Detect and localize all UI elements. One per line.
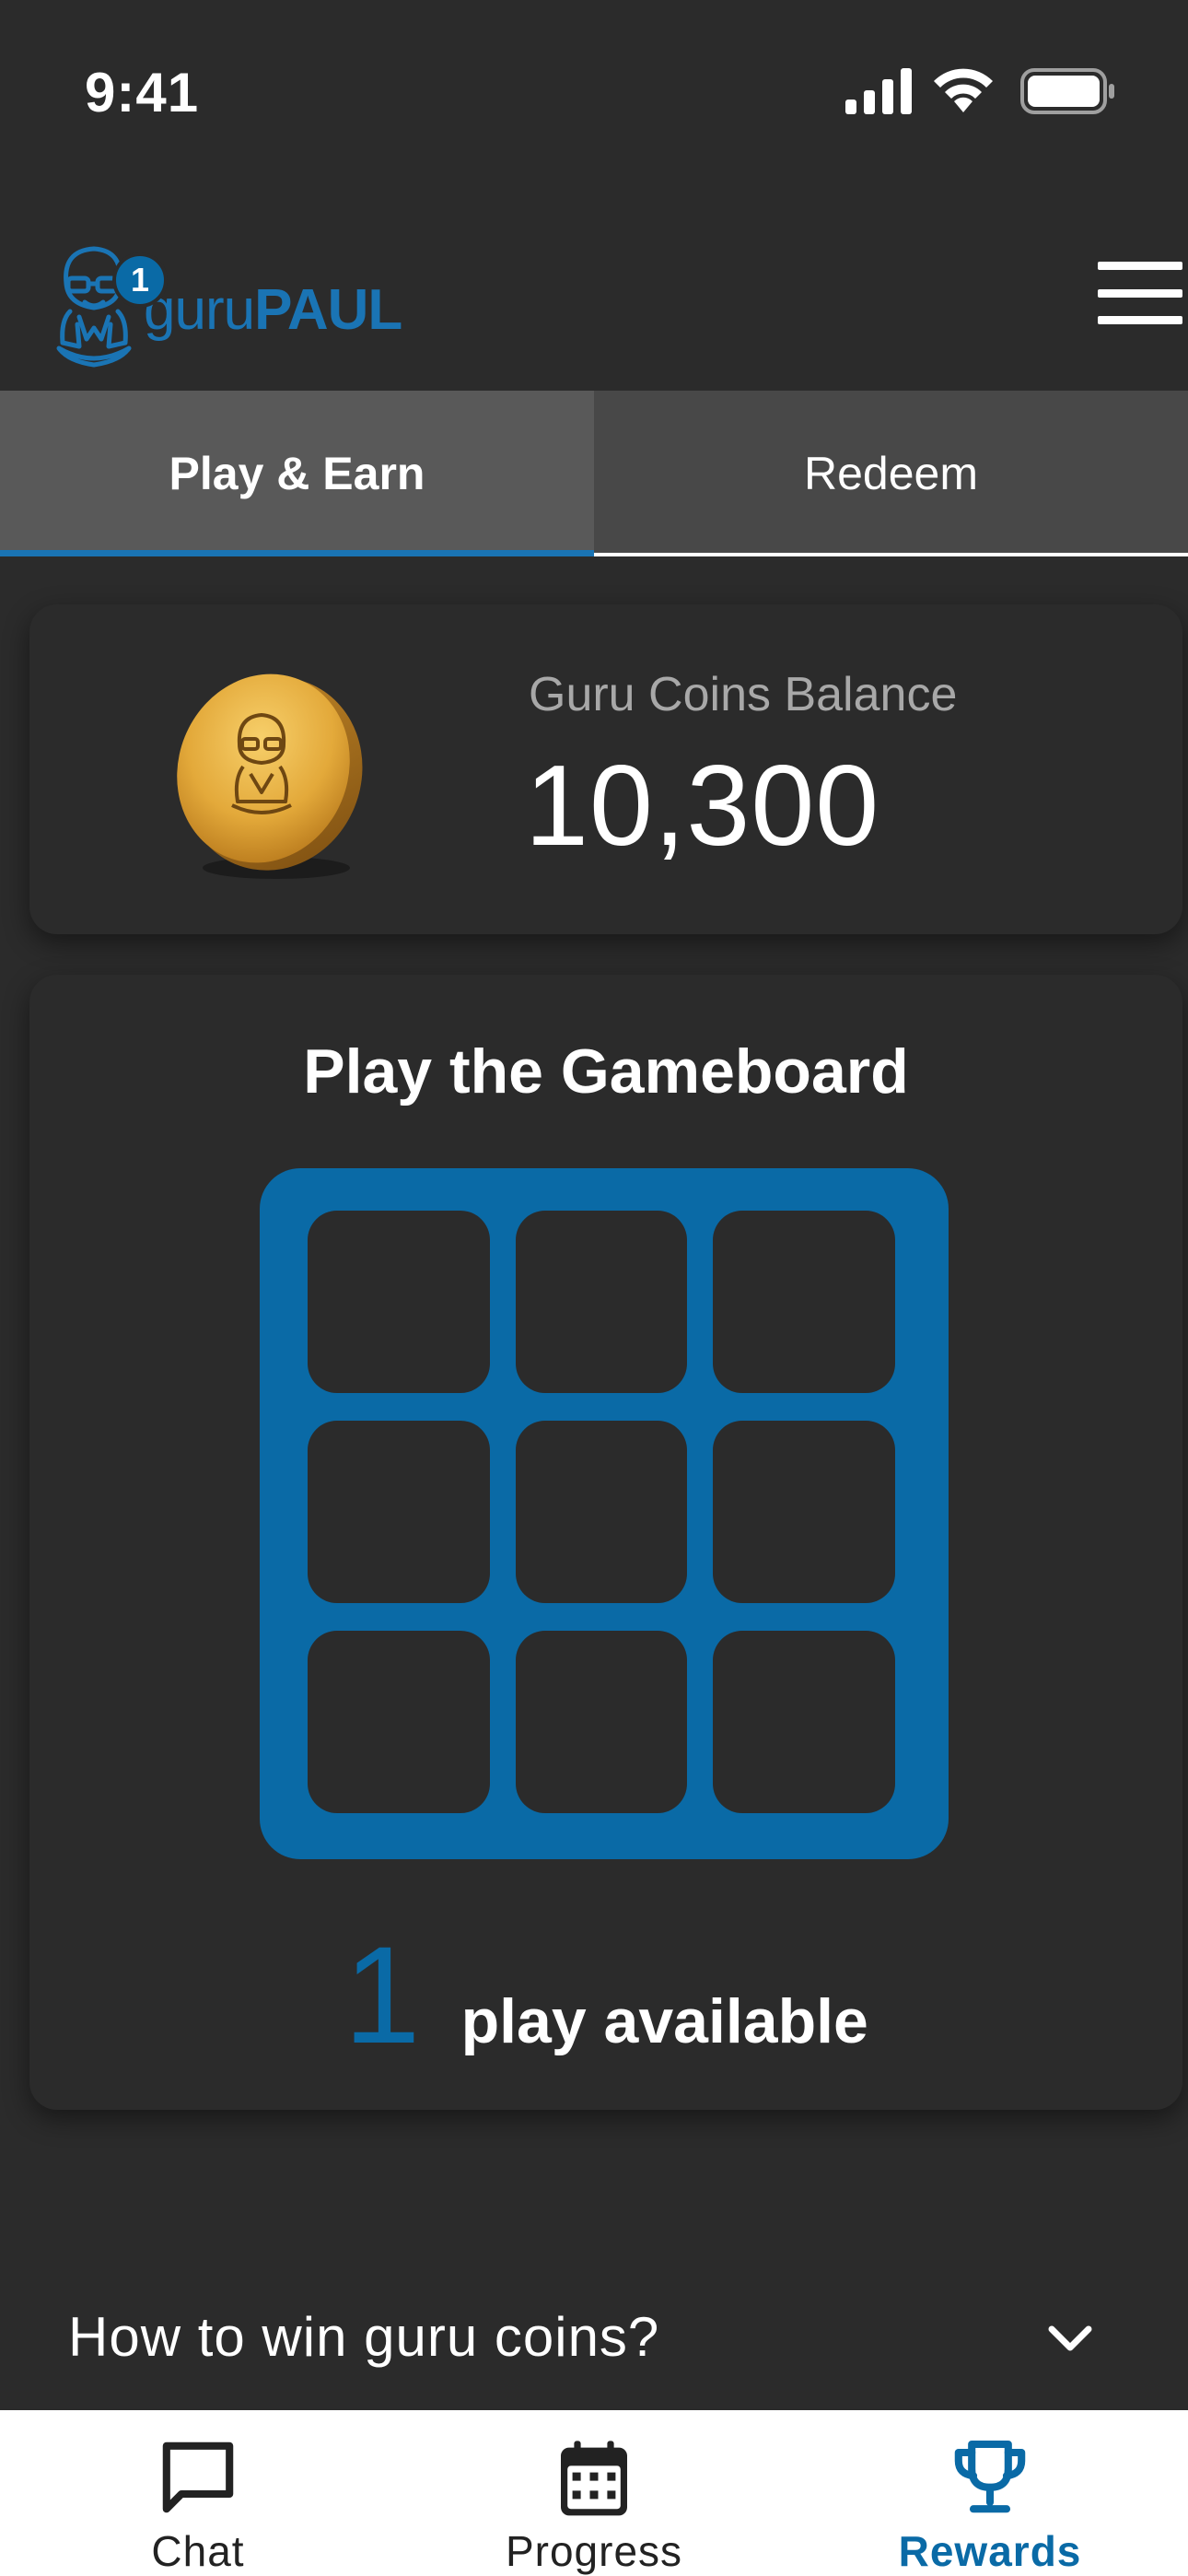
coin-balance-card: Guru Coins Balance 10,300	[29, 604, 1182, 934]
nav-item-rewards[interactable]: Rewards	[792, 2410, 1188, 2576]
balance-value: 10,300	[525, 743, 880, 870]
gameboard-title: Play the Gameboard	[303, 1036, 909, 1107]
chat-bubble-icon	[162, 2441, 234, 2513]
gameboard-cell[interactable]	[713, 1211, 895, 1393]
guru-mascot-icon: 1	[48, 232, 168, 370]
gameboard-cell[interactable]	[516, 1421, 687, 1603]
hamburger-menu-icon[interactable]	[1098, 262, 1182, 324]
chevron-down-icon[interactable]	[1042, 2320, 1098, 2359]
app-header: 1 guruPAUL	[0, 203, 1188, 387]
plays-count: 1	[344, 1917, 421, 2072]
nav-label-progress: Progress	[505, 2527, 683, 2575]
gold-coin-icon	[177, 673, 363, 879]
gameboard-grid[interactable]	[260, 1168, 949, 1859]
gurupaul-logo[interactable]: 1 guruPAUL	[48, 223, 435, 380]
gameboard-card: Play the Gameboard 1 play available	[29, 975, 1182, 2110]
plays-label: play available	[460, 1986, 868, 2056]
how-to-win-accordion[interactable]: How to win guru coins?	[0, 2285, 1188, 2395]
calendar-icon	[561, 2441, 627, 2516]
logo-text-bold: PAUL	[254, 277, 402, 342]
nav-item-chat[interactable]: Chat	[0, 2410, 396, 2576]
cellular-signal-icon	[845, 68, 912, 114]
status-time: 9:41	[85, 62, 200, 123]
tab-redeem[interactable]: Redeem	[594, 391, 1188, 556]
tab-play-and-earn[interactable]: Play & Earn	[0, 391, 594, 556]
wifi-icon	[934, 68, 993, 112]
gameboard-cell[interactable]	[516, 1211, 687, 1393]
gameboard-cell[interactable]	[308, 1211, 490, 1393]
logo-wordmark: guruPAUL	[144, 277, 402, 343]
status-bar: 9:41	[0, 0, 1188, 184]
balance-label: Guru Coins Balance	[529, 668, 958, 721]
bottom-nav: Chat Progress Rewards	[0, 2410, 1188, 2576]
nav-label-chat: Chat	[151, 2527, 245, 2575]
accordion-label: How to win guru coins?	[68, 2306, 660, 2368]
gameboard-cell[interactable]	[713, 1631, 895, 1813]
battery-icon	[1020, 68, 1114, 114]
gameboard-cell[interactable]	[308, 1631, 490, 1813]
nav-item-progress[interactable]: Progress	[396, 2410, 792, 2576]
notification-badge: 1	[112, 252, 168, 308]
rewards-tabs: Play & Earn Redeem	[0, 391, 1188, 556]
gameboard-cell[interactable]	[713, 1421, 895, 1603]
gameboard-cell[interactable]	[308, 1421, 490, 1603]
trophy-icon	[954, 2440, 1026, 2513]
gameboard-cell[interactable]	[516, 1631, 687, 1813]
nav-label-rewards: Rewards	[898, 2527, 1082, 2575]
plays-available: 1 play available	[29, 1926, 1182, 2064]
